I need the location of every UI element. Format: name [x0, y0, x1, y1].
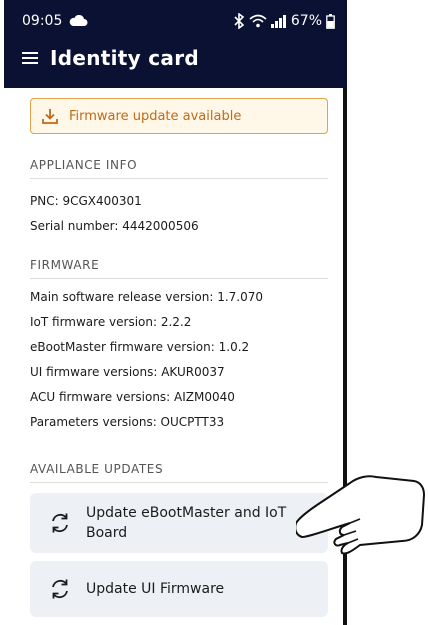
banner-text: Firmware update available — [69, 108, 242, 124]
firmware-line: ACU firmware versions: AIZM0040 — [30, 390, 235, 404]
label-line: Update eBootMaster and IoT — [86, 505, 287, 521]
firmware-line: Main software release version: 1.7.070 — [30, 290, 263, 304]
appliance-info-heading: APPLIANCE INFO — [30, 158, 328, 179]
serial-number-value: Serial number: 4442000506 — [30, 219, 199, 233]
available-updates-heading: AVAILABLE UPDATES — [30, 462, 328, 483]
status-bar: 09:05 67% — [22, 10, 335, 32]
update-eboot-iot-label: Update eBootMaster and IoT Board — [86, 503, 286, 543]
firmware-line: Parameters versions: OUCPTT33 — [30, 415, 225, 429]
page-title: Identity card — [50, 46, 199, 70]
battery-icon — [326, 13, 335, 29]
wifi-icon — [249, 14, 267, 28]
firmware-update-banner[interactable]: Firmware update available — [30, 98, 328, 134]
firmware-line: eBootMaster firmware version: 1.0.2 — [30, 340, 250, 354]
app-bar: 09:05 67% Identity card — [4, 0, 347, 88]
firmware-line: IoT firmware version: 2.2.2 — [30, 315, 192, 329]
battery-percent: 67% — [290, 13, 322, 29]
update-eboot-iot-button[interactable]: Update eBootMaster and IoT Board — [30, 493, 328, 553]
firmware-line: UI firmware versions: AKUR0037 — [30, 365, 225, 379]
pnc-value: PNC: 9CGX400301 — [30, 194, 142, 208]
update-ui-firmware-button[interactable]: Update UI Firmware — [30, 561, 328, 617]
cloud-icon — [70, 15, 88, 26]
label-line: Board — [86, 525, 128, 541]
status-time: 09:05 — [22, 13, 63, 29]
pointing-hand-icon — [296, 475, 426, 555]
refresh-icon — [52, 579, 68, 599]
download-icon — [42, 109, 58, 124]
firmware-heading: FIRMWARE — [30, 258, 328, 279]
bluetooth-icon — [234, 13, 245, 29]
signal-icon — [270, 15, 286, 28]
refresh-icon — [52, 513, 68, 533]
menu-icon[interactable] — [22, 51, 38, 65]
update-ui-firmware-label: Update UI Firmware — [86, 581, 225, 597]
